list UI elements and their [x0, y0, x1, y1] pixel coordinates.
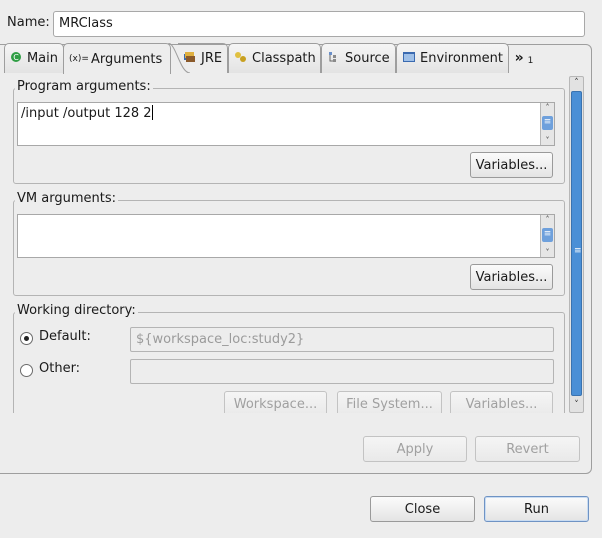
other-radio[interactable]: [20, 364, 33, 377]
name-input[interactable]: MRClass: [53, 11, 585, 37]
program-arguments-textarea[interactable]: /input /output 128 2: [17, 102, 555, 146]
vm-arguments-textarea[interactable]: [17, 214, 555, 258]
environment-tab-icon: [402, 51, 416, 66]
apply-button[interactable]: Apply: [363, 436, 467, 462]
tab-arguments[interactable]: (x)= Arguments: [63, 43, 171, 74]
tab-overflow-count: 1: [527, 56, 534, 66]
scroll-thumb[interactable]: ≡: [542, 116, 553, 130]
arguments-scroll-area: Program arguments: /input /output 128 2 …: [5, 73, 586, 413]
working-directory-variables-button[interactable]: Variables...: [450, 391, 553, 413]
scroll-down-icon[interactable]: ˅: [541, 136, 554, 145]
main-vertical-scrollbar[interactable]: ˄ ≡ ˅: [569, 76, 584, 413]
scroll-down-icon[interactable]: ˅: [541, 248, 554, 257]
classpath-tab-icon: [234, 51, 248, 66]
scroll-up-icon[interactable]: ˄: [541, 215, 554, 224]
tab-strip: C Main (x)= Arguments JRE Classpath Sour…: [4, 43, 586, 74]
close-button[interactable]: Close: [370, 496, 475, 522]
tab-arguments-label: Arguments: [91, 51, 163, 67]
tab-classpath-label: Classpath: [252, 51, 316, 66]
scroll-down-icon[interactable]: ˅: [570, 399, 583, 412]
default-label: Default:: [39, 329, 91, 344]
scroll-thumb[interactable]: ≡: [571, 91, 582, 396]
default-directory-field: ${workspace_loc:study2}: [130, 327, 554, 352]
text-caret: [151, 105, 153, 120]
tab-slant-decoration: [168, 43, 190, 73]
arguments-tab-icon: (x)=: [69, 54, 89, 64]
vm-arguments-scrollbar[interactable]: ˄ ≡ ˅: [540, 215, 554, 257]
program-arguments-scrollbar[interactable]: ˄ ≡ ˅: [540, 103, 554, 145]
tab-classpath[interactable]: Classpath: [228, 43, 321, 73]
tab-source-label: Source: [345, 51, 390, 66]
tab-main-label: Main: [26, 51, 58, 66]
chevron-double-right-icon: »: [514, 50, 524, 66]
tab-jre-label: JRE: [201, 51, 223, 66]
default-radio[interactable]: [20, 332, 33, 345]
program-arguments-value: /input /output 128 2: [21, 106, 152, 121]
other-label: Other:: [39, 361, 81, 376]
grip-icon: ≡: [574, 246, 582, 256]
working-directory-title: Working directory:: [15, 303, 138, 318]
svg-text:C: C: [14, 53, 20, 62]
tab-main[interactable]: C Main: [4, 43, 64, 73]
name-label: Name:: [7, 15, 50, 30]
other-directory-field[interactable]: [130, 359, 554, 384]
tab-overflow-button[interactable]: » 1: [509, 43, 539, 73]
file-system-button[interactable]: File System...: [337, 391, 442, 413]
tab-source[interactable]: Source: [321, 43, 396, 73]
vm-arguments-title: VM arguments:: [15, 191, 118, 206]
revert-button[interactable]: Revert: [475, 436, 580, 462]
vm-arguments-variables-button[interactable]: Variables...: [470, 264, 553, 290]
workspace-button[interactable]: Workspace...: [224, 391, 327, 413]
program-arguments-title: Program arguments:: [15, 79, 153, 94]
scroll-thumb[interactable]: ≡: [542, 228, 553, 242]
tab-environment[interactable]: Environment: [396, 43, 509, 73]
source-tab-icon: [327, 51, 341, 66]
tab-environment-label: Environment: [420, 51, 504, 66]
main-tab-icon: C: [10, 51, 23, 66]
scroll-up-icon[interactable]: ˄: [541, 103, 554, 112]
program-arguments-variables-button[interactable]: Variables...: [470, 152, 553, 178]
scroll-up-icon[interactable]: ˄: [570, 77, 583, 90]
run-button[interactable]: Run: [484, 496, 589, 522]
